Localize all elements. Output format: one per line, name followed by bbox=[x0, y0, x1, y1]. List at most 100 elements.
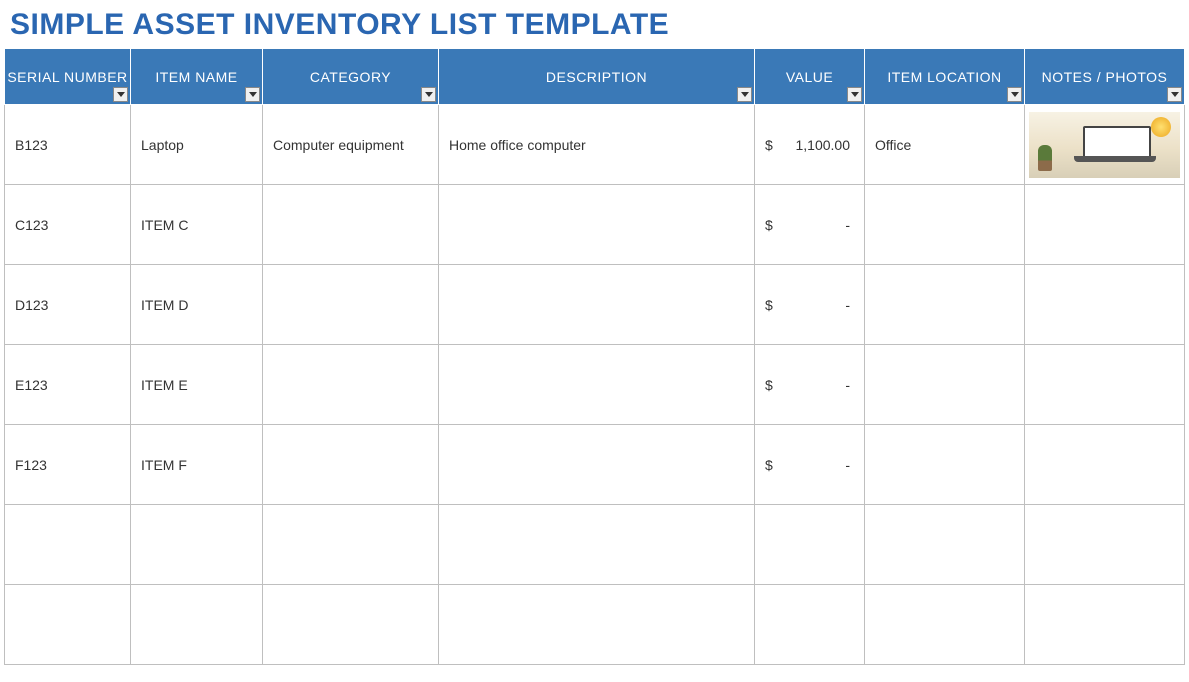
chevron-down-icon bbox=[249, 92, 257, 97]
column-header-name: ITEM NAME bbox=[131, 49, 263, 105]
plant-icon bbox=[1038, 145, 1052, 171]
value-amount: - bbox=[773, 457, 854, 473]
column-header-label: DESCRIPTION bbox=[546, 69, 647, 85]
cell-notes[interactable] bbox=[1025, 185, 1185, 265]
cell-location[interactable] bbox=[865, 505, 1025, 585]
cell-notes[interactable] bbox=[1025, 105, 1185, 185]
table-row bbox=[5, 505, 1185, 585]
cell-desc[interactable] bbox=[439, 505, 755, 585]
cell-desc[interactable] bbox=[439, 265, 755, 345]
cell-category[interactable] bbox=[263, 505, 439, 585]
cell-location[interactable] bbox=[865, 585, 1025, 665]
cell-serial[interactable]: E123 bbox=[5, 345, 131, 425]
cell-value[interactable]: $- bbox=[755, 425, 865, 505]
filter-button-location[interactable] bbox=[1007, 87, 1022, 102]
cell-serial[interactable]: B123 bbox=[5, 105, 131, 185]
filter-button-desc[interactable] bbox=[737, 87, 752, 102]
cell-location[interactable] bbox=[865, 425, 1025, 505]
currency-symbol: $ bbox=[765, 457, 773, 473]
filter-button-category[interactable] bbox=[421, 87, 436, 102]
column-header-label: CATEGORY bbox=[310, 69, 391, 85]
value-amount: - bbox=[773, 297, 854, 313]
cell-serial[interactable] bbox=[5, 585, 131, 665]
cell-name[interactable]: ITEM D bbox=[131, 265, 263, 345]
cell-value[interactable] bbox=[755, 585, 865, 665]
column-header-label: SERIAL NUMBER bbox=[7, 69, 127, 85]
cell-notes[interactable] bbox=[1025, 265, 1185, 345]
asset-photo-thumbnail[interactable] bbox=[1029, 112, 1180, 178]
column-header-label: VALUE bbox=[786, 69, 833, 85]
filter-button-notes[interactable] bbox=[1167, 87, 1182, 102]
chevron-down-icon bbox=[741, 92, 749, 97]
column-header-category: CATEGORY bbox=[263, 49, 439, 105]
table-header-row: SERIAL NUMBER ITEM NAME CATEGORY DESCRIPTIO… bbox=[5, 49, 1185, 105]
cell-category[interactable] bbox=[263, 585, 439, 665]
cell-category[interactable] bbox=[263, 265, 439, 345]
cell-name[interactable]: ITEM E bbox=[131, 345, 263, 425]
cell-serial[interactable] bbox=[5, 505, 131, 585]
cell-value[interactable]: $- bbox=[755, 265, 865, 345]
cell-desc[interactable] bbox=[439, 185, 755, 265]
cell-desc[interactable] bbox=[439, 345, 755, 425]
cell-category[interactable] bbox=[263, 425, 439, 505]
cell-notes[interactable] bbox=[1025, 345, 1185, 425]
chevron-down-icon bbox=[425, 92, 433, 97]
column-header-label: NOTES / PHOTOS bbox=[1042, 69, 1168, 85]
cell-location[interactable] bbox=[865, 185, 1025, 265]
column-header-notes: NOTES / PHOTOS bbox=[1025, 49, 1185, 105]
currency-symbol: $ bbox=[765, 377, 773, 393]
cell-location[interactable] bbox=[865, 345, 1025, 425]
table-row: D123ITEM D $- bbox=[5, 265, 1185, 345]
cell-name[interactable]: Laptop bbox=[131, 105, 263, 185]
currency-symbol: $ bbox=[765, 217, 773, 233]
column-header-label: ITEM NAME bbox=[155, 69, 237, 85]
asset-table: SERIAL NUMBER ITEM NAME CATEGORY DESCRIPTIO… bbox=[4, 48, 1185, 665]
page-title: SIMPLE ASSET INVENTORY LIST TEMPLATE bbox=[0, 0, 1189, 48]
cell-location[interactable]: Office bbox=[865, 105, 1025, 185]
currency-symbol: $ bbox=[765, 137, 773, 153]
cell-value[interactable] bbox=[755, 505, 865, 585]
value-amount: 1,100.00 bbox=[773, 137, 854, 153]
cell-desc[interactable] bbox=[439, 585, 755, 665]
cell-serial[interactable]: D123 bbox=[5, 265, 131, 345]
cell-notes[interactable] bbox=[1025, 585, 1185, 665]
cell-category[interactable] bbox=[263, 345, 439, 425]
cell-value[interactable]: $- bbox=[755, 185, 865, 265]
cell-name[interactable]: ITEM C bbox=[131, 185, 263, 265]
column-header-serial: SERIAL NUMBER bbox=[5, 49, 131, 105]
currency-symbol: $ bbox=[765, 297, 773, 313]
cell-location[interactable] bbox=[865, 265, 1025, 345]
table-row bbox=[5, 585, 1185, 665]
cell-name[interactable] bbox=[131, 585, 263, 665]
table-row: F123ITEM F $- bbox=[5, 425, 1185, 505]
chevron-down-icon bbox=[117, 92, 125, 97]
column-header-label: ITEM LOCATION bbox=[887, 69, 1001, 85]
cell-category[interactable] bbox=[263, 185, 439, 265]
cell-serial[interactable]: C123 bbox=[5, 185, 131, 265]
cell-desc[interactable]: Home office computer bbox=[439, 105, 755, 185]
cell-category[interactable]: Computer equipment bbox=[263, 105, 439, 185]
filter-button-serial[interactable] bbox=[113, 87, 128, 102]
filter-button-value[interactable] bbox=[847, 87, 862, 102]
chevron-down-icon bbox=[1171, 92, 1179, 97]
cell-name[interactable]: ITEM F bbox=[131, 425, 263, 505]
column-header-value: VALUE bbox=[755, 49, 865, 105]
chevron-down-icon bbox=[851, 92, 859, 97]
table-row: E123ITEM E $- bbox=[5, 345, 1185, 425]
lamp-icon bbox=[1151, 117, 1171, 137]
value-amount: - bbox=[773, 217, 854, 233]
cell-value[interactable]: $1,100.00 bbox=[755, 105, 865, 185]
table-row: C123ITEM C $- bbox=[5, 185, 1185, 265]
chevron-down-icon bbox=[1011, 92, 1019, 97]
cell-notes[interactable] bbox=[1025, 425, 1185, 505]
value-amount: - bbox=[773, 377, 854, 393]
cell-name[interactable] bbox=[131, 505, 263, 585]
cell-serial[interactable]: F123 bbox=[5, 425, 131, 505]
filter-button-name[interactable] bbox=[245, 87, 260, 102]
column-header-location: ITEM LOCATION bbox=[865, 49, 1025, 105]
cell-notes[interactable] bbox=[1025, 505, 1185, 585]
cell-desc[interactable] bbox=[439, 425, 755, 505]
cell-value[interactable]: $- bbox=[755, 345, 865, 425]
table-row: B123LaptopComputer equipmentHome office … bbox=[5, 105, 1185, 185]
column-header-desc: DESCRIPTION bbox=[439, 49, 755, 105]
